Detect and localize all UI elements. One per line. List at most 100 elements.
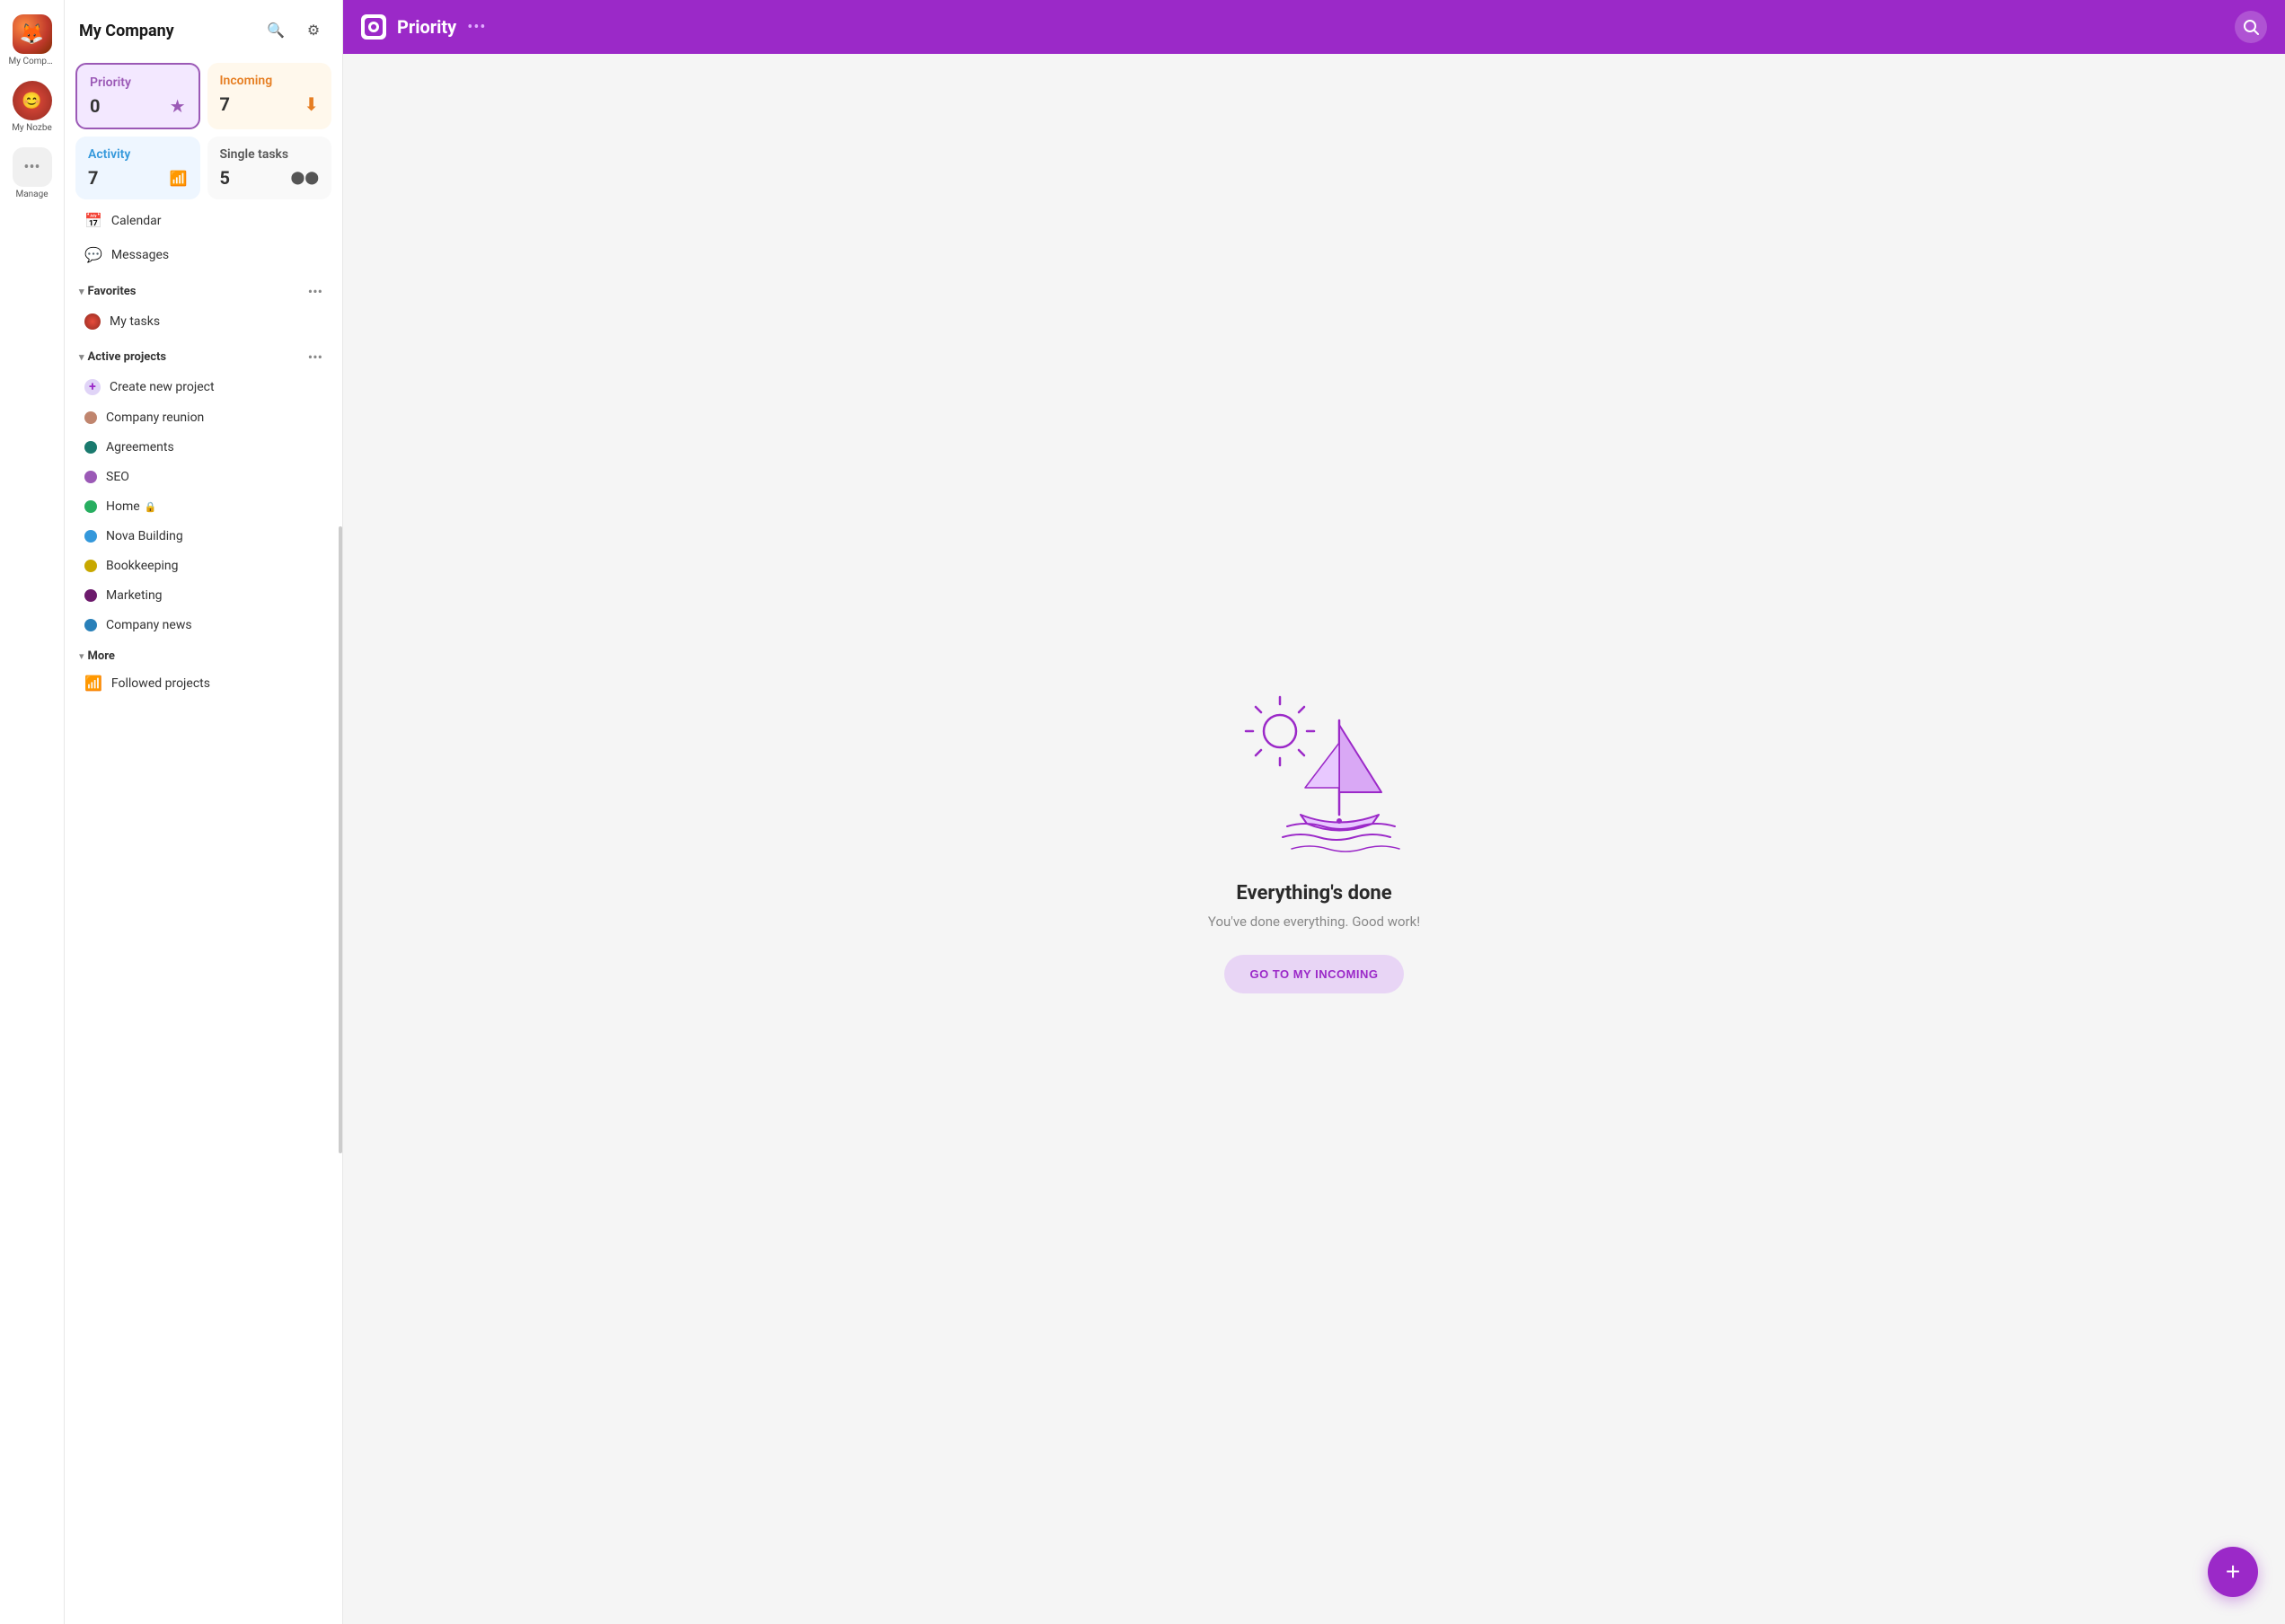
followed-projects-item[interactable]: 📶 Followed projects (70, 667, 337, 699)
top-bar-left: Priority ••• (361, 14, 486, 40)
top-bar-search-button[interactable] (2235, 11, 2267, 43)
top-bar: Priority ••• (343, 0, 2285, 54)
sailboat-illustration (1215, 684, 1413, 864)
project-name-bookkeeping: Bookkeeping (106, 559, 178, 573)
tile-single-count: 5 (220, 167, 230, 189)
my-tasks-label: My tasks (110, 314, 160, 329)
project-bookkeeping[interactable]: Bookkeeping (70, 552, 337, 580)
tile-priority-count: 0 (90, 95, 100, 117)
top-bar-right (2235, 11, 2267, 43)
tile-single-bottom: 5 ⬤⬤ (220, 167, 320, 189)
project-company-news[interactable]: Company news (70, 611, 337, 640)
top-bar-title: Priority (397, 16, 456, 38)
favorites-title: ▾ Favorites (79, 285, 136, 298)
project-company-reunion[interactable]: Company reunion (70, 403, 337, 432)
create-project-label: Create new project (110, 380, 215, 394)
followed-projects-icon: 📶 (84, 675, 102, 692)
tile-activity-count: 7 (88, 167, 98, 189)
search-icon (2243, 19, 2259, 35)
more-chevron-icon: ▾ (79, 650, 84, 662)
company-label: My Company (9, 57, 56, 66)
project-dot-nova (84, 530, 97, 543)
tile-activity-name: Activity (88, 147, 188, 162)
sidebar-header: My Company 🔍 ⚙ (65, 0, 342, 56)
manage-icon-item[interactable]: ••• Manage (5, 142, 59, 205)
project-name-home: Home 🔒 (106, 499, 156, 514)
project-name-nova: Nova Building (106, 529, 183, 543)
tile-activity[interactable]: Activity 7 📶 (75, 137, 200, 199)
tile-incoming-icon: ⬇ (304, 93, 319, 115)
active-projects-more-button[interactable]: ••• (303, 347, 328, 367)
project-home[interactable]: Home 🔒 (70, 492, 337, 521)
followed-projects-label: Followed projects (111, 676, 210, 691)
home-lock-icon: 🔒 (145, 501, 157, 513)
nav-calendar[interactable]: 📅 Calendar (70, 204, 337, 237)
sidebar-scroll[interactable]: Priority 0 ★ Incoming 7 ⬇ Activity 7 📶 (65, 56, 342, 1624)
sidebar-search-button[interactable]: 🔍 (261, 16, 290, 45)
tile-activity-bottom: 7 📶 (88, 167, 188, 189)
tile-single-icon: ⬤⬤ (291, 171, 319, 185)
more-section-header[interactable]: ▾ More (65, 640, 342, 666)
project-name-agreements: Agreements (106, 440, 174, 455)
favorites-section-header: ▾ Favorites ••• (65, 272, 342, 305)
top-bar-logo (361, 14, 386, 40)
project-name-company-reunion: Company reunion (106, 410, 204, 425)
project-dot-marketing (84, 589, 97, 602)
active-projects-section-header: ▾ Active projects ••• (65, 338, 342, 371)
active-projects-chevron-icon: ▾ (79, 351, 84, 363)
tile-single[interactable]: Single tasks 5 ⬤⬤ (207, 137, 332, 199)
calendar-label: Calendar (111, 214, 162, 228)
go-to-incoming-button[interactable]: GO TO MY INCOMING (1224, 955, 1403, 993)
top-bar-logo-inner (365, 18, 383, 36)
messages-icon: 💬 (84, 246, 102, 263)
tile-priority[interactable]: Priority 0 ★ (75, 63, 200, 129)
nav-messages[interactable]: 💬 Messages (70, 238, 337, 271)
scrollbar[interactable] (339, 526, 342, 1153)
company-avatar: 🦊 (13, 14, 52, 54)
project-agreements[interactable]: Agreements (70, 433, 337, 462)
tile-incoming-count: 7 (220, 93, 230, 115)
project-dot-home (84, 500, 97, 513)
tile-single-name: Single tasks (220, 147, 320, 162)
company-icon-item[interactable]: 🦊 My Company (5, 9, 59, 72)
manage-label: Manage (9, 190, 56, 199)
tiles-grid: Priority 0 ★ Incoming 7 ⬇ Activity 7 📶 (65, 56, 342, 203)
nozbe-avatar: 😊 (13, 81, 52, 120)
favorites-more-button[interactable]: ••• (303, 281, 328, 302)
top-bar-logo-dot (371, 24, 376, 30)
tile-priority-bottom: 0 ★ (90, 95, 186, 117)
nozbe-icon-item[interactable]: 😊 My Nozbe (5, 75, 59, 138)
tile-incoming-name: Incoming (220, 74, 320, 88)
empty-subtitle: You've done everything. Good work! (1208, 914, 1420, 930)
tile-incoming[interactable]: Incoming 7 ⬇ (207, 63, 332, 129)
messages-label: Messages (111, 248, 169, 262)
project-name-marketing: Marketing (106, 588, 163, 603)
project-seo[interactable]: SEO (70, 463, 337, 491)
sidebar-settings-button[interactable]: ⚙ (299, 16, 328, 45)
more-label: More (88, 649, 115, 663)
icon-bar: 🦊 My Company 😊 My Nozbe ••• Manage (0, 0, 65, 1624)
calendar-icon: 📅 (84, 212, 102, 229)
project-dot-seo (84, 471, 97, 483)
empty-state: Everything's done You've done everything… (343, 54, 2285, 1624)
project-dot-agreements (84, 441, 97, 454)
create-new-project[interactable]: + Create new project (70, 372, 337, 402)
project-nova-building[interactable]: Nova Building (70, 522, 337, 551)
nozbe-label: My Nozbe (9, 123, 56, 133)
project-dot-company-news (84, 619, 97, 631)
project-marketing[interactable]: Marketing (70, 581, 337, 610)
create-project-icon: + (84, 379, 101, 395)
my-tasks-avatar (84, 313, 101, 330)
project-dot-company-reunion (84, 411, 97, 424)
active-projects-title: ▾ Active projects (79, 350, 166, 364)
project-name-seo: SEO (106, 470, 129, 484)
tile-incoming-bottom: 7 ⬇ (220, 93, 320, 115)
project-name-company-news: Company news (106, 618, 192, 632)
sidebar: My Company 🔍 ⚙ Priority 0 ★ Incoming 7 ⬇ (65, 0, 343, 1624)
top-bar-more-button[interactable]: ••• (467, 18, 486, 37)
manage-icon: ••• (13, 147, 52, 187)
favorites-my-tasks[interactable]: My tasks (70, 306, 337, 337)
tile-priority-icon: ★ (170, 95, 186, 117)
tile-activity-icon: 📶 (170, 170, 188, 187)
fab-add-button[interactable]: + (2208, 1547, 2258, 1597)
